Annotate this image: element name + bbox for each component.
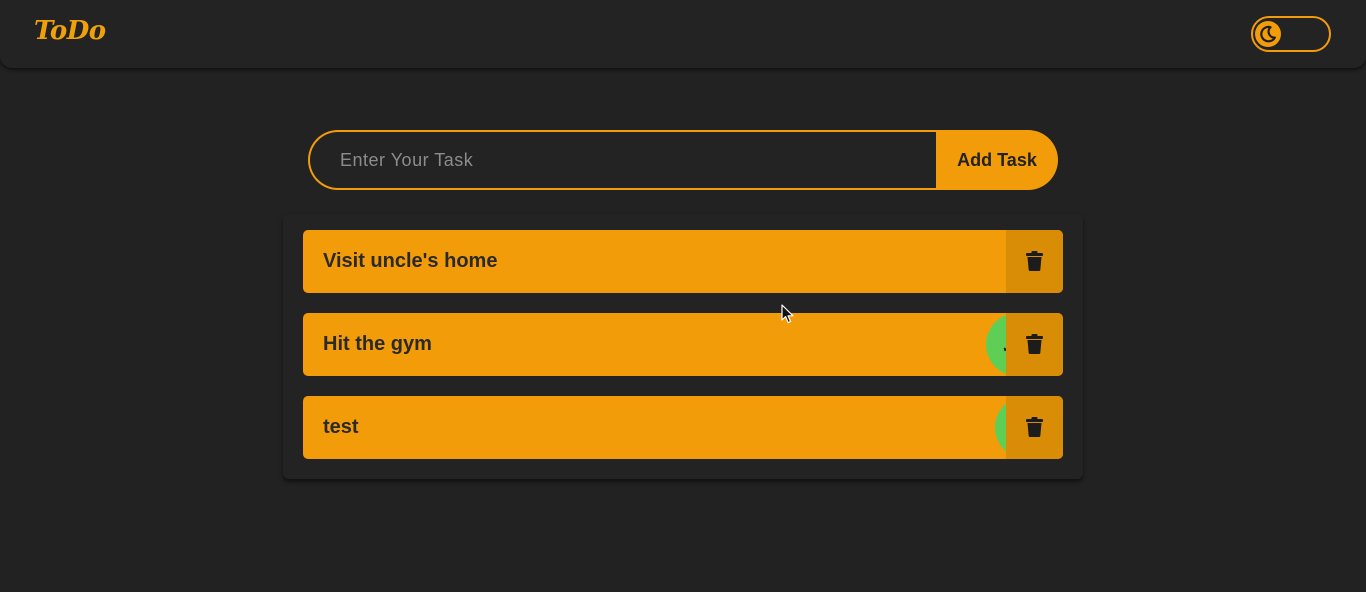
task-label: Visit uncle's home: [323, 250, 498, 272]
task-item[interactable]: Hit the gym ✓: [303, 313, 1063, 376]
trash-icon: [1026, 251, 1043, 271]
task-input[interactable]: [308, 130, 938, 190]
theme-toggle[interactable]: [1251, 16, 1331, 52]
task-composer: Add Task: [308, 130, 1058, 190]
navbar: ToDo: [0, 0, 1366, 68]
add-task-button[interactable]: Add Task: [936, 130, 1058, 190]
trash-icon: [1026, 417, 1043, 437]
toggle-knob: [1255, 21, 1281, 47]
task-label: test: [323, 416, 359, 438]
moon-icon: [1260, 25, 1276, 43]
task-list: Visit uncle's home Hit the gym ✓ test: [283, 214, 1083, 479]
task-label: Hit the gym: [323, 333, 432, 355]
delete-task-button[interactable]: [1006, 396, 1063, 459]
task-item[interactable]: test: [303, 396, 1063, 459]
delete-task-button[interactable]: [1006, 313, 1063, 376]
task-item[interactable]: Visit uncle's home: [303, 230, 1063, 293]
trash-icon: [1026, 334, 1043, 354]
app-logo[interactable]: ToDo: [34, 16, 106, 46]
delete-task-button[interactable]: [1006, 230, 1063, 293]
